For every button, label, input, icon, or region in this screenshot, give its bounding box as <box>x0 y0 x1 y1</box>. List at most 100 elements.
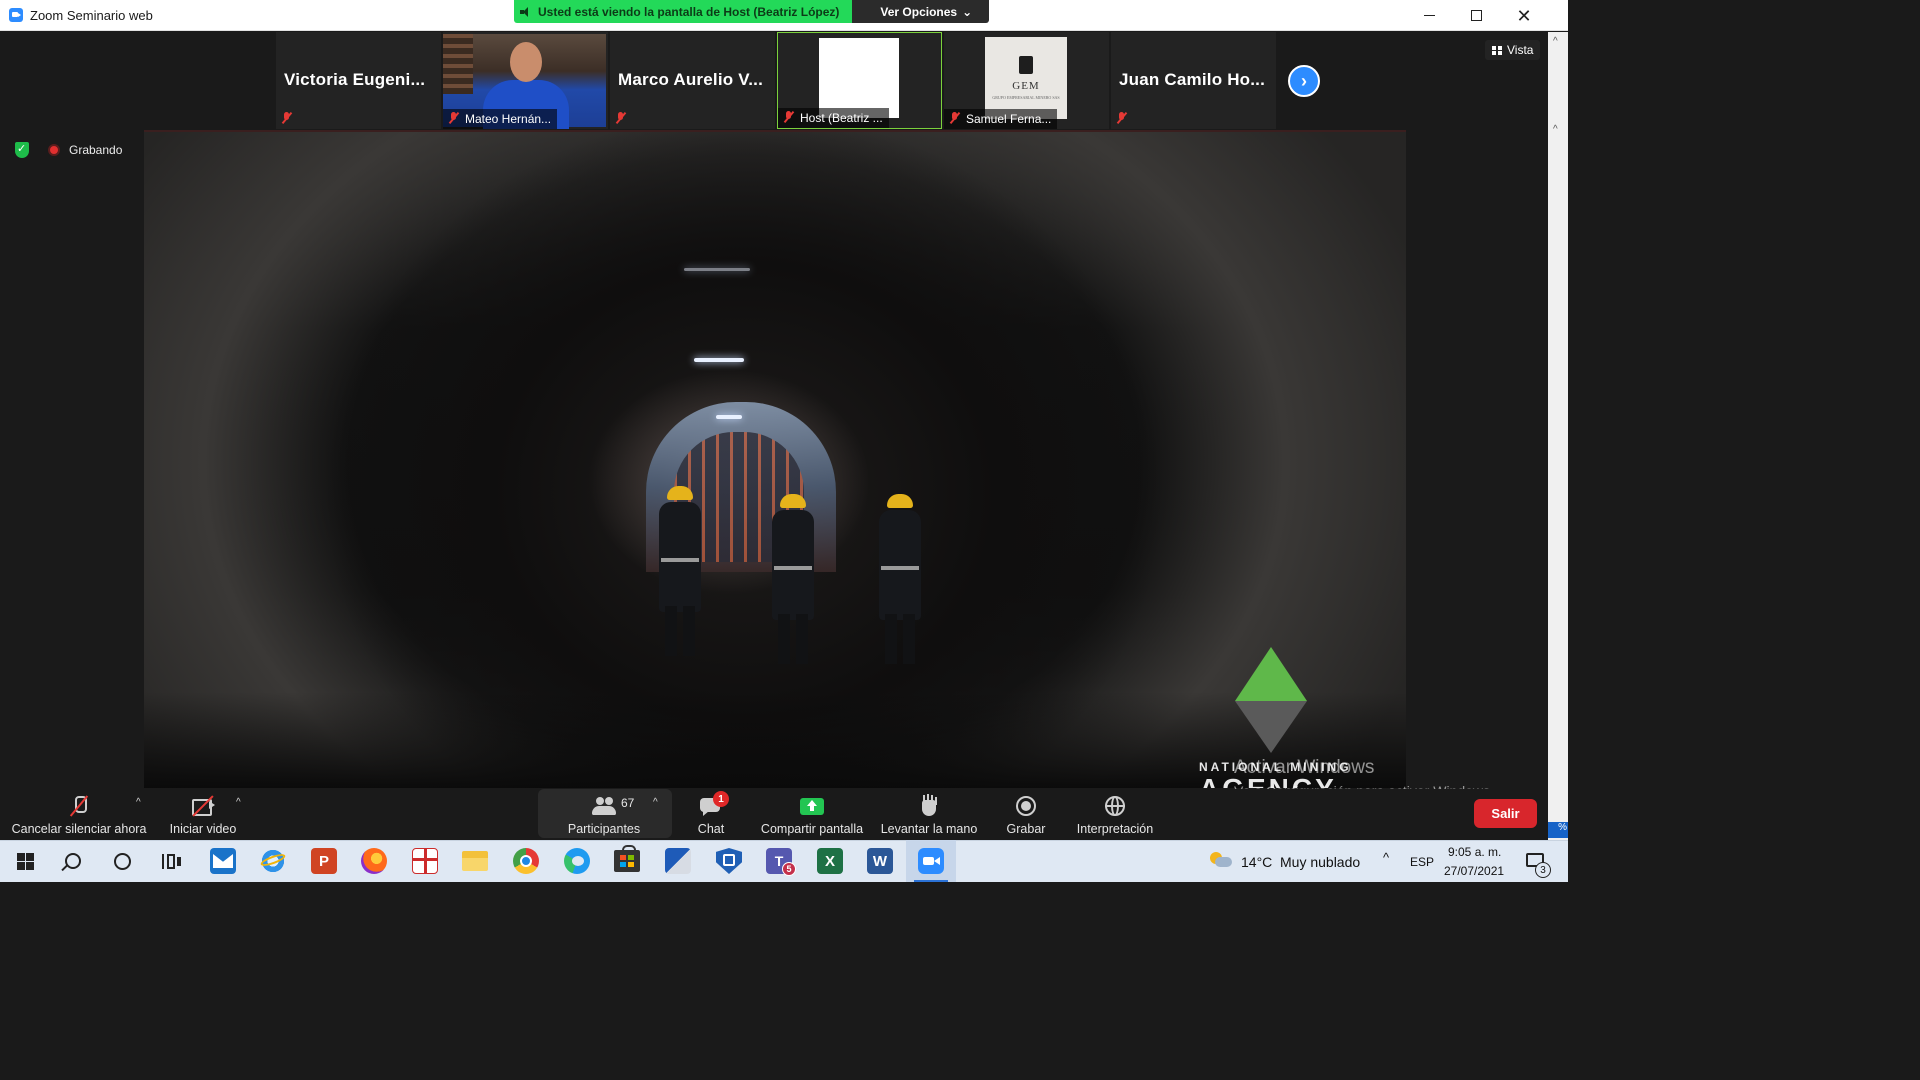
powerpoint-icon: P <box>311 848 337 874</box>
miner-body <box>879 510 921 620</box>
taskbar-internet-explorer[interactable] <box>248 840 298 882</box>
taskbar-network-app[interactable] <box>653 840 703 882</box>
share-screen-button[interactable]: Compartir pantalla <box>758 789 866 840</box>
chat-unread-badge: 1 <box>713 791 729 807</box>
search-button[interactable] <box>48 840 98 882</box>
raise-hand-icon <box>917 795 941 817</box>
video-off-icon <box>191 795 215 817</box>
store-icon <box>614 845 640 872</box>
word-icon: W <box>867 848 893 874</box>
cortana-circle-icon <box>113 852 131 870</box>
participant-tile-active-speaker[interactable]: Host (Beatriz ... <box>777 32 942 129</box>
next-page-arrow-icon[interactable]: › <box>1288 65 1320 97</box>
taskbar-file-explorer[interactable] <box>450 840 500 882</box>
participant-tile[interactable]: Victoria Eugeni... <box>276 32 441 129</box>
security-shield-icon[interactable] <box>15 142 29 158</box>
mail-icon <box>210 848 236 874</box>
taskbar-defender[interactable] <box>704 840 754 882</box>
muted-mic-icon <box>615 112 627 124</box>
taskbar-teams[interactable]: T5 <box>754 840 804 882</box>
miner-leg <box>665 606 677 656</box>
globe-icon <box>1103 795 1127 817</box>
clock-date[interactable]: 27/07/2021 <box>1444 864 1504 878</box>
muted-mic-icon <box>281 112 293 124</box>
gem-logo-mark <box>1019 56 1033 74</box>
camera-lens-icon <box>209 801 215 809</box>
notifications-count[interactable]: 3 <box>1535 862 1551 878</box>
share-banner-message: Usted está viendo la pantalla de Host (B… <box>514 0 853 23</box>
participant-tile[interactable]: Mateo Hernán... <box>443 32 608 129</box>
participant-logo-image: GEM GRUPO EMPRESARIAL MINERO SAS <box>985 37 1067 119</box>
globe-equator-line <box>1105 805 1125 807</box>
chrome-icon <box>513 848 539 874</box>
weather-description[interactable]: Muy nublado <box>1280 854 1360 870</box>
view-button[interactable]: Vista <box>1485 40 1541 60</box>
participant-tile[interactable]: GEM GRUPO EMPRESARIAL MINERO SAS Samuel … <box>944 32 1109 129</box>
interpretation-button[interactable]: Interpretación <box>1073 789 1157 840</box>
ceiling-light <box>684 268 750 271</box>
share-arrow-stem <box>810 805 814 811</box>
leave-button[interactable]: Salir <box>1474 799 1537 828</box>
taskbar-gift-app[interactable] <box>400 840 450 882</box>
view-options-button[interactable]: Ver Opciones ⌄ <box>852 0 990 23</box>
unmute-button[interactable]: Cancelar silenciar ahora <box>12 789 146 840</box>
muted-mic-icon <box>1116 112 1128 124</box>
record-button[interactable]: Grabar <box>1003 789 1049 840</box>
scroll-up-icon[interactable]: ^ <box>1553 36 1558 47</box>
cortana-button[interactable] <box>97 840 147 882</box>
internet-explorer-icon <box>260 848 286 874</box>
participant-tile[interactable]: Marco Aurelio V... <box>610 32 775 129</box>
taskbar-zoom[interactable] <box>906 840 956 882</box>
maximize-icon <box>1470 10 1482 21</box>
gift-icon <box>412 848 438 874</box>
participant-tile[interactable]: Juan Camilo Ho... <box>1111 32 1276 129</box>
miner-leg <box>796 614 808 664</box>
participants-label: Participantes <box>567 822 641 836</box>
clock-time[interactable]: 9:05 a. m. <box>1448 845 1501 859</box>
show-hidden-icons-chevron-icon[interactable]: ^ <box>1383 850 1389 865</box>
edge-icon <box>564 848 590 874</box>
raise-hand-label: Levantar la mano <box>880 822 978 836</box>
minimize-button[interactable] <box>1406 0 1452 31</box>
recording-label: Grabando <box>69 143 123 157</box>
ceiling-light <box>716 415 742 419</box>
participant-name: Victoria Eugeni... <box>284 70 426 89</box>
weather-temperature[interactable]: 14°C <box>1241 854 1272 870</box>
ceiling-light <box>694 358 744 362</box>
participants-count: 67 <box>621 796 635 810</box>
video-options-chevron-icon[interactable]: ^ <box>236 797 241 808</box>
participants-options-chevron-icon[interactable]: ^ <box>653 797 658 808</box>
maximize-button[interactable] <box>1453 0 1499 31</box>
task-view-button[interactable] <box>146 840 196 882</box>
taskbar-powerpoint[interactable]: P <box>299 840 349 882</box>
cloudy-weather-icon[interactable] <box>1210 852 1232 868</box>
audio-options-chevron-icon[interactable]: ^ <box>136 797 141 808</box>
close-button[interactable]: ✕ <box>1501 0 1547 31</box>
miner-leg <box>778 614 790 664</box>
network-app-icon <box>665 848 691 874</box>
scroll-chevron-icon[interactable]: ^ <box>1553 124 1558 135</box>
start-button[interactable] <box>0 840 50 882</box>
taskbar-word[interactable]: W <box>855 840 905 882</box>
excel-icon: X <box>817 848 843 874</box>
raise-hand-button[interactable]: Levantar la mano <box>878 789 980 840</box>
record-label: Grabar <box>1006 822 1046 836</box>
taskbar-edge[interactable] <box>552 840 602 882</box>
participant-video-strip: Victoria Eugeni... Mateo Hernán... Marco… <box>276 32 1276 129</box>
share-screen-icon <box>800 795 824 817</box>
taskbar-firefox[interactable] <box>349 840 399 882</box>
window-scrollbar[interactable]: ^ ^ <box>1548 32 1568 840</box>
input-language[interactable]: ESP <box>1410 855 1434 869</box>
shared-screen: NATIONAL MINING AGENCY <box>144 130 1406 788</box>
edge-percent-indicator: % <box>1548 822 1568 838</box>
chat-button[interactable]: 1 Chat <box>690 789 732 840</box>
start-video-button[interactable]: Iniciar video <box>164 789 242 840</box>
zoom-icon <box>918 848 944 874</box>
taskbar-excel[interactable]: X <box>805 840 855 882</box>
nma-logo-bottom <box>1235 701 1307 753</box>
taskbar-chrome[interactable] <box>501 840 551 882</box>
taskbar-store[interactable] <box>602 840 652 882</box>
chat-label: Chat <box>697 822 725 836</box>
taskbar-mail[interactable] <box>198 840 248 882</box>
zoom-app-icon <box>9 8 23 22</box>
